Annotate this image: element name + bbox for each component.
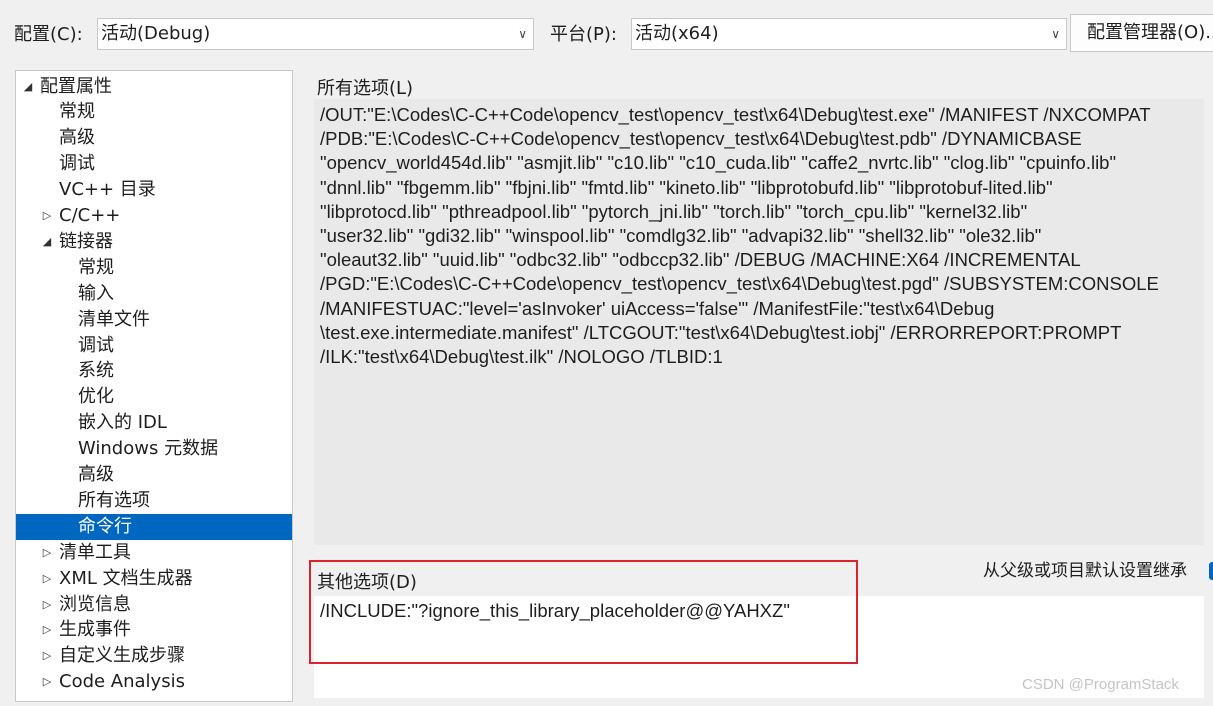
- expanded-arrow-icon[interactable]: ◢: [40, 229, 54, 255]
- tree-item[interactable]: ▷ 清单工具: [16, 540, 292, 566]
- collapsed-arrow-icon[interactable]: ▷: [40, 592, 54, 618]
- chevron-down-icon: ∨: [518, 27, 527, 41]
- tree-item[interactable]: 调试: [16, 151, 292, 177]
- tree-item[interactable]: 高级: [16, 125, 292, 151]
- tree-item-label: VC++ 目录: [59, 179, 156, 201]
- expanded-arrow-icon[interactable]: ◢: [21, 74, 35, 100]
- watermark: CSDN @ProgramStack: [1022, 676, 1179, 693]
- highlight-box: [309, 560, 858, 664]
- tree-item-label: 配置属性: [40, 75, 112, 97]
- tree-item[interactable]: 命令行: [16, 513, 292, 540]
- collapsed-arrow-icon[interactable]: ▷: [40, 566, 54, 592]
- tree-item-label: 链接器: [59, 230, 113, 252]
- all-options-text: /OUT:"E:\Codes\C-C++Code\opencv_test\ope…: [320, 104, 1159, 368]
- tree-item-label: 命令行: [78, 515, 132, 537]
- tree-item[interactable]: ◢ 配置属性: [16, 74, 292, 100]
- config-manager-button[interactable]: 配置管理器(O)...: [1070, 14, 1213, 52]
- collapsed-arrow-icon[interactable]: ▷: [40, 669, 54, 695]
- tree-item-label: 清单工具: [59, 541, 131, 563]
- tree-item-label: 清单文件: [78, 308, 150, 330]
- tree-item-label: 嵌入的 IDL: [78, 412, 167, 434]
- tree-item-label: 调试: [78, 334, 114, 356]
- config-value: 活动(Debug): [101, 23, 211, 44]
- platform-label: 平台(P):: [550, 24, 617, 45]
- collapsed-arrow-icon[interactable]: ▷: [40, 643, 54, 669]
- config-dropdown[interactable]: 活动(Debug) ∨: [97, 18, 534, 50]
- platform-value: 活动(x64): [635, 23, 719, 44]
- tree-item-label: 浏览信息: [59, 593, 131, 615]
- tree-item-label: 常规: [78, 256, 114, 278]
- all-options-label: 所有选项(L): [317, 78, 414, 99]
- tree-item-label: 自定义生成步骤: [59, 645, 185, 667]
- tree-item-label: Windows 元数据: [78, 438, 219, 460]
- tree-item-label: 优化: [78, 386, 114, 408]
- platform-dropdown[interactable]: 活动(x64) ∨: [631, 18, 1067, 50]
- inherit-label: 从父级或项目默认设置继承: [983, 561, 1187, 581]
- tree-item[interactable]: 优化: [16, 384, 292, 410]
- tree-item[interactable]: 嵌入的 IDL: [16, 410, 292, 436]
- tree-item[interactable]: ▷ Code Analysis: [16, 669, 292, 695]
- tree-item[interactable]: VC++ 目录: [16, 177, 292, 203]
- tree-item-label: 高级: [59, 127, 95, 149]
- tree-item-label: 系统: [78, 360, 114, 382]
- tree-item[interactable]: 高级: [16, 462, 292, 488]
- property-tree[interactable]: ◢ 配置属性 常规 高级 调试 VC++ 目录 ▷ C/C++ ◢ 链接器 常规 输入 清单文件 调试 系统…: [15, 70, 293, 702]
- tree-item-label: Code Analysis: [59, 671, 185, 693]
- collapsed-arrow-icon[interactable]: ▷: [40, 540, 54, 566]
- tree-item-label: 生成事件: [59, 619, 131, 641]
- tree-item[interactable]: Windows 元数据: [16, 436, 292, 462]
- tree-item-label: 所有选项: [78, 489, 150, 511]
- collapsed-arrow-icon[interactable]: ▷: [40, 203, 54, 229]
- all-options-textbox[interactable]: /OUT:"E:\Codes\C-C++Code\opencv_test\ope…: [314, 99, 1204, 545]
- tree-item-label: C/C++: [59, 205, 121, 226]
- tree-item[interactable]: 调试: [16, 333, 292, 359]
- tree-item-label: XML 文档生成器: [59, 567, 193, 589]
- chevron-down-icon: ∨: [1051, 27, 1060, 41]
- tree-item-label: 高级: [78, 464, 114, 485]
- tree-item-label: 常规: [59, 101, 95, 123]
- tree-item[interactable]: 清单文件: [16, 307, 292, 333]
- tree-item-label: 输入: [78, 282, 114, 304]
- collapsed-arrow-icon[interactable]: ▷: [40, 617, 54, 643]
- tree-item[interactable]: 常规: [16, 99, 292, 125]
- tree-item[interactable]: 所有选项: [16, 488, 292, 514]
- tree-item[interactable]: ◢ 链接器: [16, 229, 292, 255]
- vertical-scrollbar[interactable]: [1204, 70, 1213, 550]
- tree-item[interactable]: ▷ XML 文档生成器: [16, 566, 292, 592]
- tree-item[interactable]: 常规: [16, 255, 292, 281]
- config-label: 配置(C):: [14, 24, 83, 45]
- tree-item[interactable]: 系统: [16, 358, 292, 384]
- tree-item[interactable]: ▷ 生成事件: [16, 617, 292, 643]
- tree-item-label: 调试: [59, 153, 95, 175]
- tree-item[interactable]: ▷ 浏览信息: [16, 592, 292, 618]
- tree-item[interactable]: 输入: [16, 281, 292, 307]
- inherit-checkbox[interactable]: [1209, 562, 1213, 580]
- tree-item[interactable]: ▷ 自定义生成步骤: [16, 643, 292, 669]
- tree-item[interactable]: ▷ C/C++: [16, 203, 292, 229]
